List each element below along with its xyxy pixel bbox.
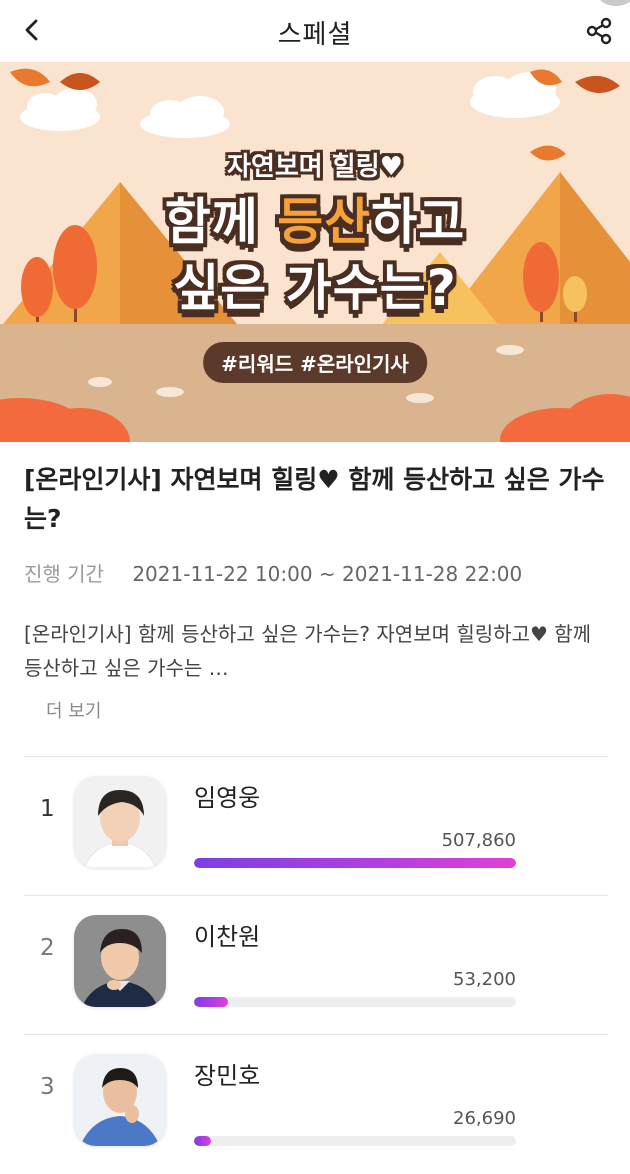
banner-subtitle: 자연보며 힐링♥ [227, 152, 403, 182]
vote-count: 53,200 [453, 969, 516, 990]
rank-item-1[interactable]: 1 임영웅 507,860 [24, 758, 608, 896]
divider [24, 1034, 608, 1035]
share-button[interactable] [580, 12, 618, 50]
vote-bar-fill [194, 858, 516, 868]
period-value: 2021-11-22 10:00 ~ 2021-11-28 22:00 [132, 562, 523, 586]
page-title: 스페셜 [277, 20, 353, 50]
rank-number: 2 [40, 935, 55, 961]
more-button[interactable]: 더 보기 [46, 697, 101, 723]
banner-tags: #리워드 #온라인기사 [203, 342, 427, 383]
vote-count: 507,860 [441, 830, 516, 851]
banner-headline-post: 하고 [371, 193, 466, 251]
period-label: 진행 기간 [24, 562, 104, 586]
vote-bar [194, 997, 516, 1007]
banner-headline-line2: 싶은 가수는? [173, 259, 457, 317]
divider [24, 756, 608, 757]
vote-bar [194, 1136, 516, 1146]
singer-name: 장민호 [194, 1062, 261, 1090]
avatar [74, 1054, 166, 1146]
corner-overlay [596, 0, 630, 6]
rank-number: 1 [40, 796, 55, 822]
rank-item-3[interactable]: 3 장민호 26,690 [24, 1036, 608, 1174]
vote-bar-fill [194, 1136, 212, 1146]
avatar [74, 776, 166, 868]
event-period: 진행 기간 2021-11-22 10:00 ~ 2021-11-28 22:0… [24, 558, 522, 587]
vote-count: 26,690 [453, 1108, 516, 1129]
banner-headline-pre: 함께 [164, 193, 278, 251]
vote-bar [194, 858, 516, 868]
singer-name: 임영웅 [194, 784, 261, 812]
banner-headline-highlight: 등산 [277, 193, 372, 251]
divider [24, 895, 608, 896]
event-banner: 자연보며 힐링♥ 함께 등산하고 싶은 가수는? #리워드 #온라인기사 [0, 62, 630, 442]
banner-headline-line1: 함께 등산하고 [0, 182, 630, 254]
rank-item-2[interactable]: 2 이찬원 53,200 [24, 897, 608, 1035]
article-title: [온라인기사] 자연보며 힐링♥ 함께 등산하고 싶은 가수는? [24, 465, 605, 533]
article-description: [온라인기사] 함께 등산하고 싶은 가수는? 자연보며 힐링하고♥ 함께 등산… [24, 622, 592, 680]
avatar [74, 915, 166, 1007]
top-bar: 스페셜 [0, 0, 630, 60]
vote-bar-fill [194, 997, 228, 1007]
singer-name: 이찬원 [194, 923, 261, 951]
rank-number: 3 [40, 1074, 55, 1100]
share-icon [586, 17, 612, 45]
